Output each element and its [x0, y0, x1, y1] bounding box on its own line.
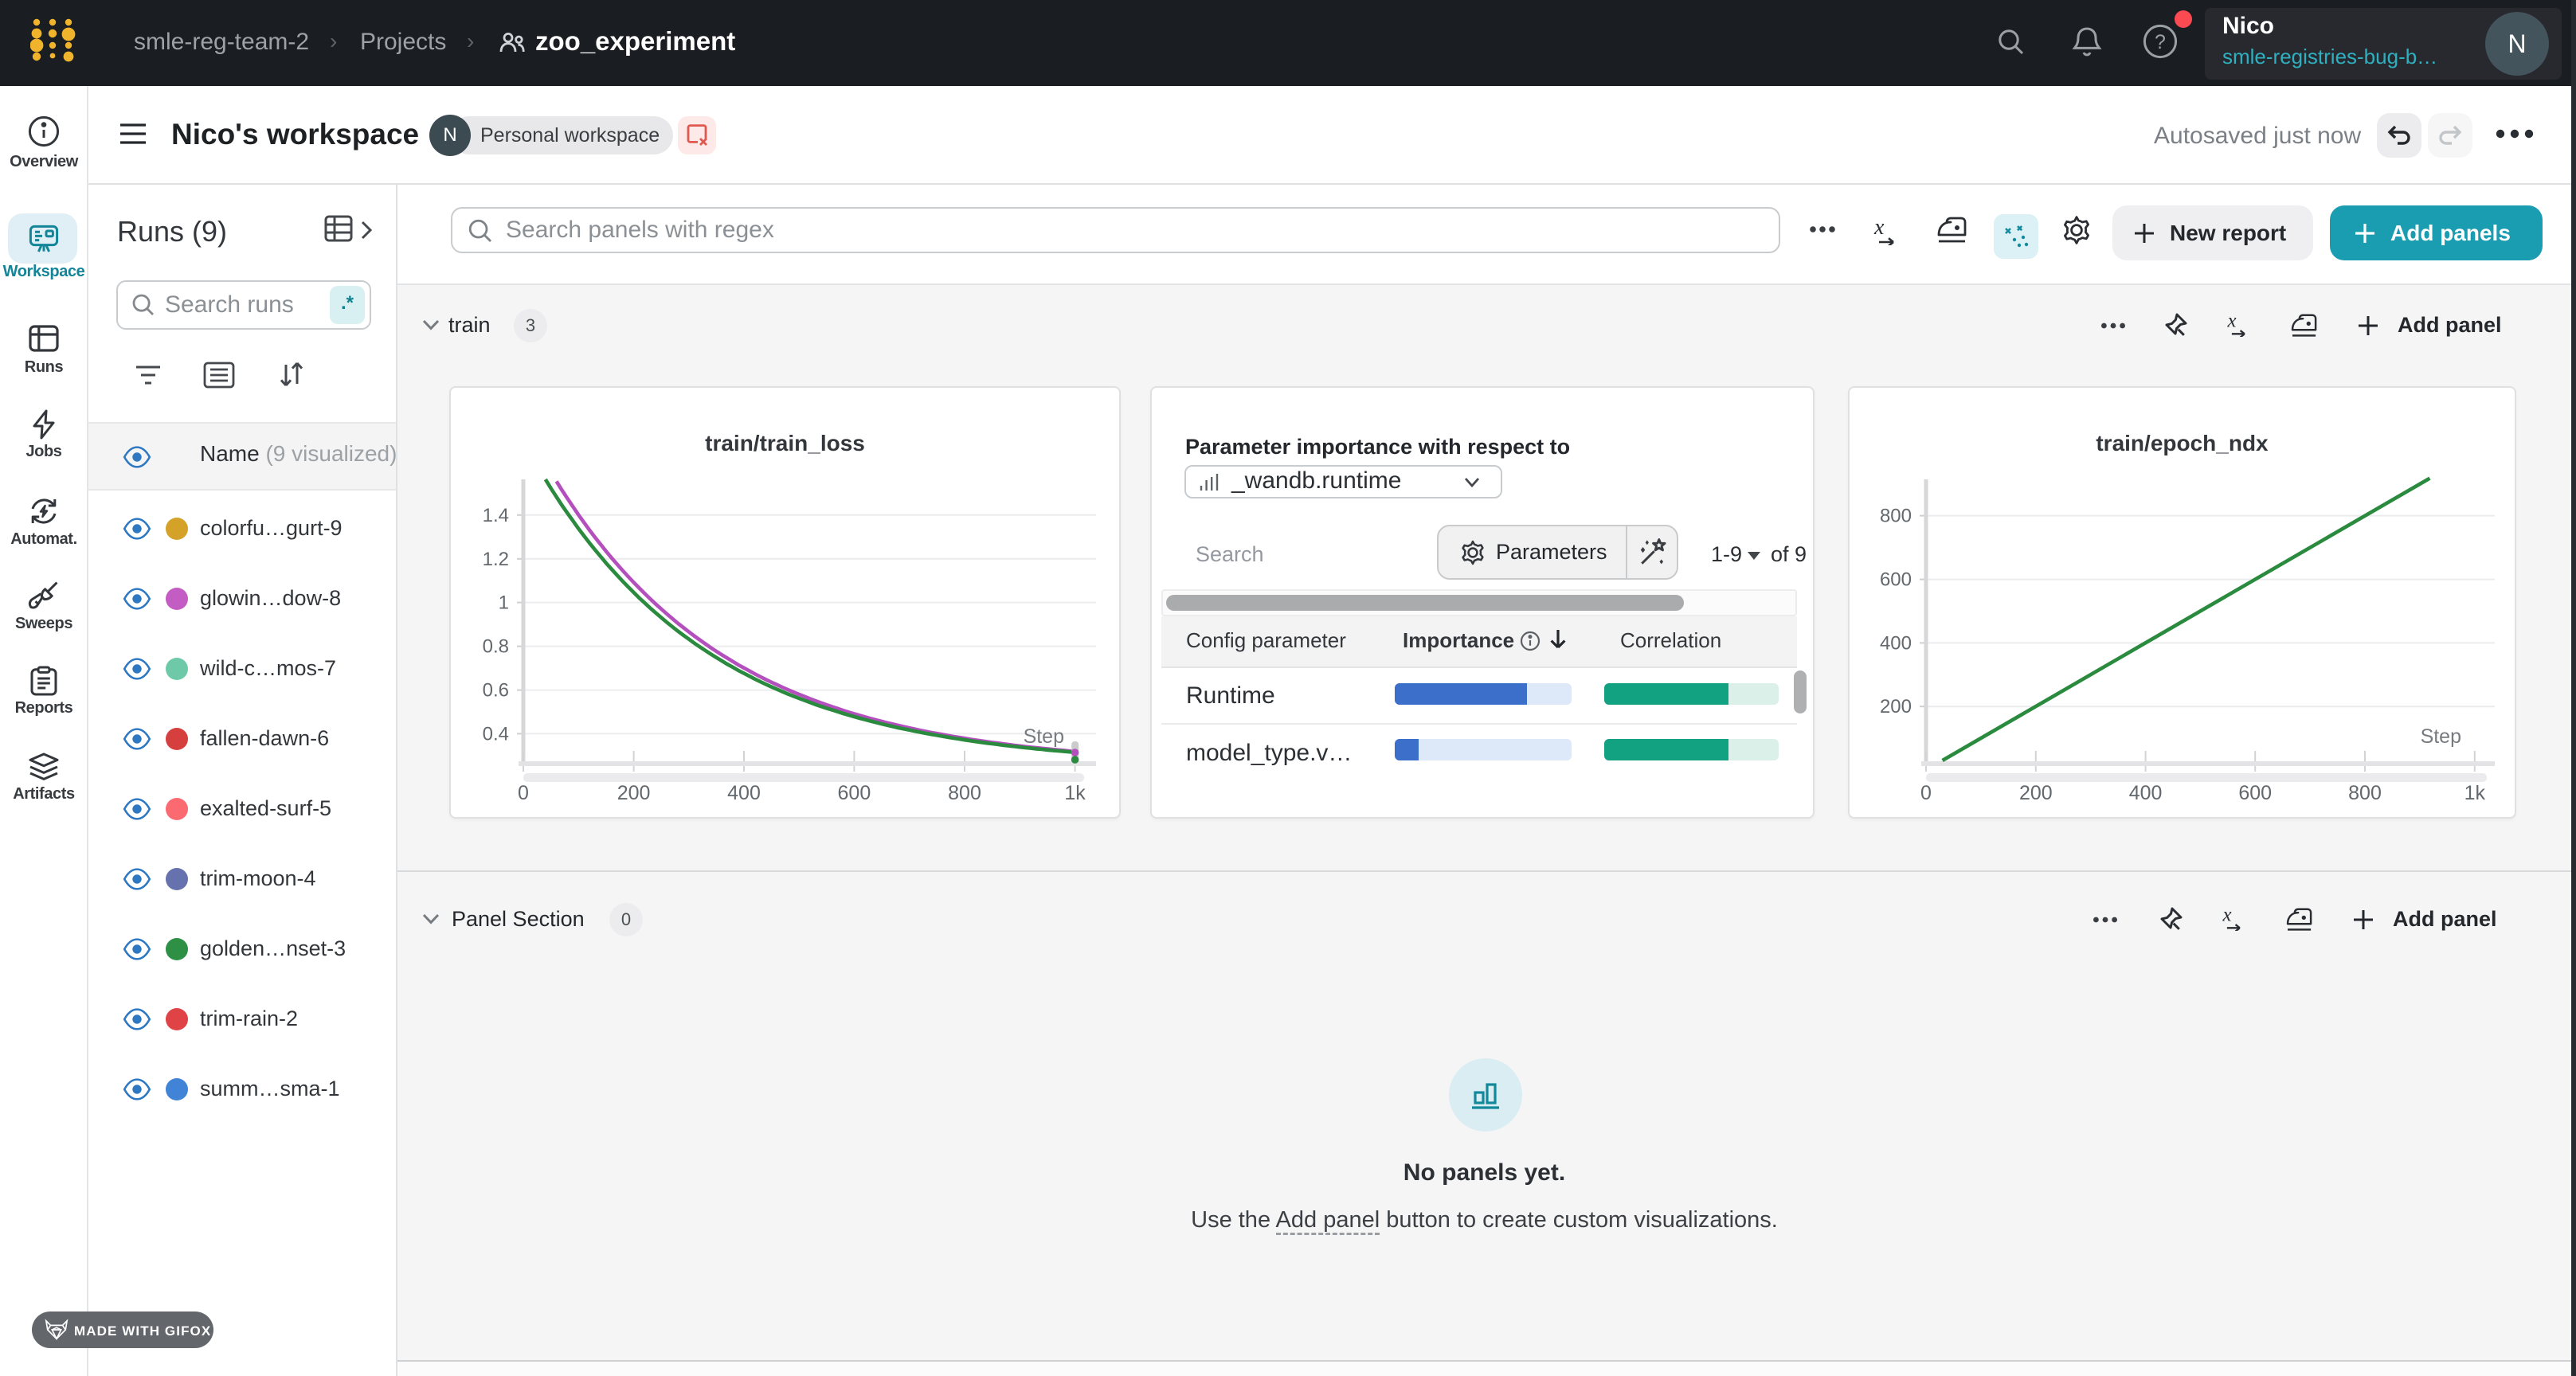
- svg-text:800: 800: [948, 782, 981, 804]
- svg-text:1k: 1k: [1064, 782, 1086, 804]
- svg-text:Step: Step: [1024, 725, 1064, 748]
- svg-text:800: 800: [2348, 782, 2382, 804]
- svg-text:400: 400: [1880, 632, 1912, 654]
- svg-text:200: 200: [617, 782, 651, 804]
- svg-text:x: x: [2227, 310, 2237, 331]
- svg-text:1.2: 1.2: [483, 549, 509, 570]
- svg-text:800: 800: [1880, 506, 1912, 527]
- svg-text:200: 200: [1880, 696, 1912, 717]
- svg-text:600: 600: [2238, 782, 2272, 804]
- svg-text:1k: 1k: [2464, 782, 2486, 804]
- svg-text:1.4: 1.4: [483, 505, 509, 526]
- svg-text:0.8: 0.8: [483, 636, 509, 658]
- svg-text:x: x: [1873, 215, 1885, 240]
- svg-text:400: 400: [2129, 782, 2163, 804]
- svg-text:0.4: 0.4: [483, 723, 509, 745]
- svg-text:0: 0: [518, 782, 529, 804]
- svg-text:0: 0: [1920, 782, 1932, 804]
- svg-text:600: 600: [838, 782, 871, 804]
- svg-text:x: x: [2222, 904, 2232, 925]
- svg-text:0.6: 0.6: [483, 680, 509, 702]
- svg-text:400: 400: [727, 782, 761, 804]
- svg-text:200: 200: [2019, 782, 2053, 804]
- svg-text:1: 1: [499, 592, 509, 614]
- svg-text:Step: Step: [2421, 725, 2461, 748]
- svg-text:?: ?: [2155, 31, 2166, 53]
- svg-text:600: 600: [1880, 569, 1912, 591]
